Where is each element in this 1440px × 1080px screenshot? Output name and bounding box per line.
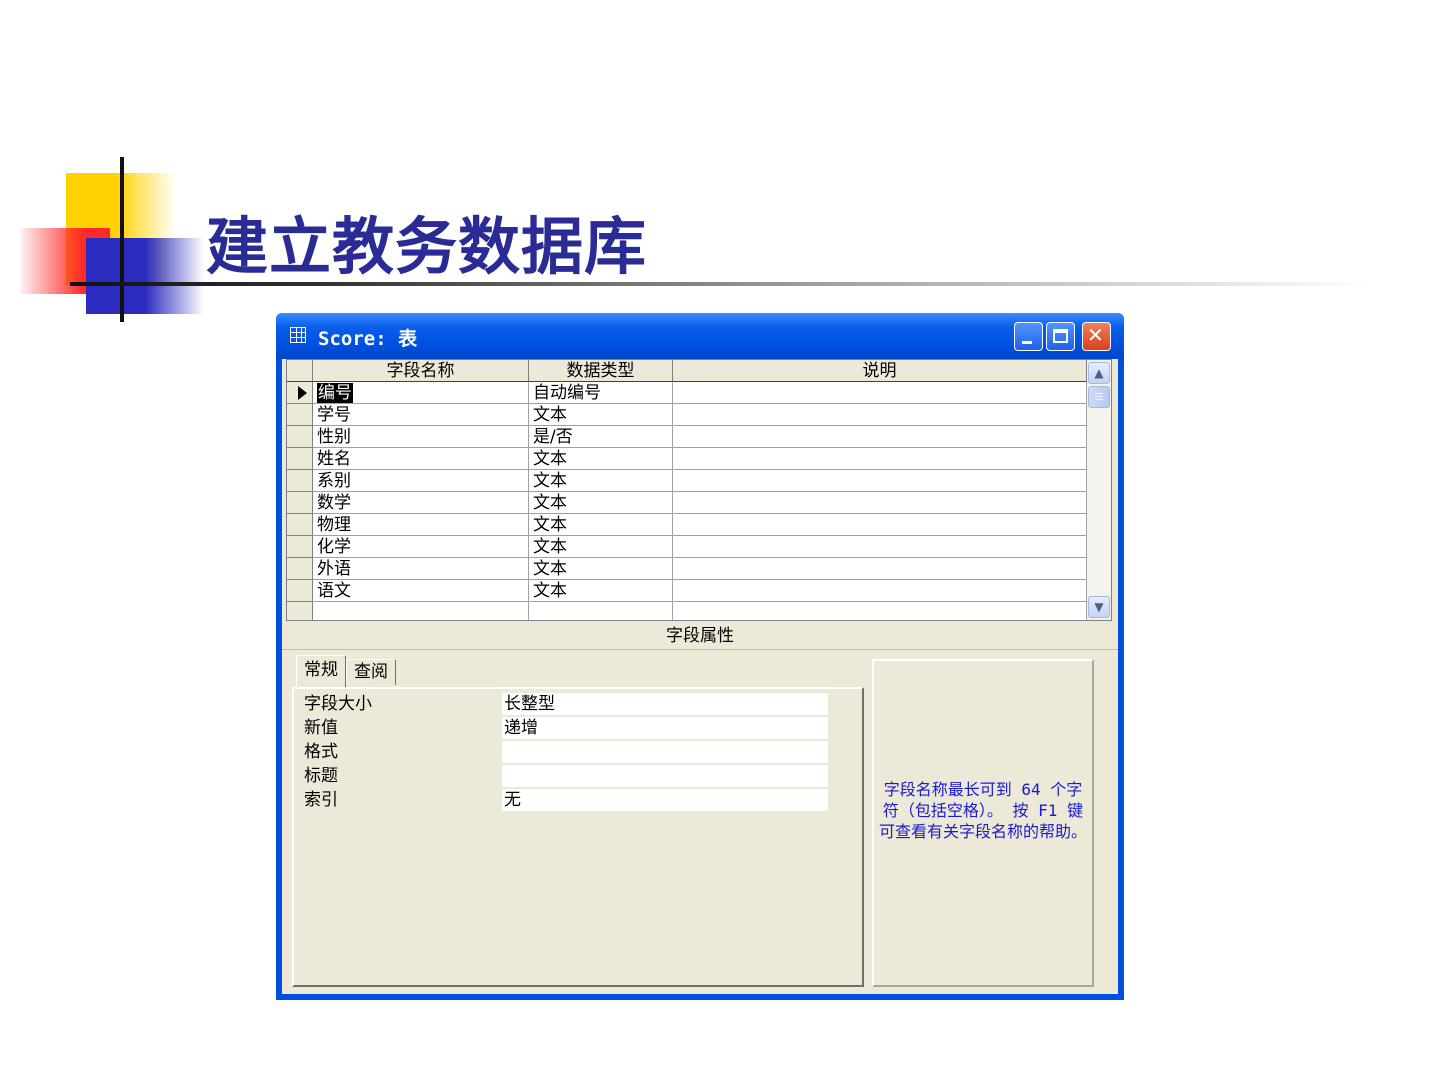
format-input[interactable]: [502, 741, 828, 763]
field-name-cell[interactable]: 性别: [313, 426, 529, 448]
caption-input[interactable]: [502, 765, 828, 787]
row-selector[interactable]: [287, 536, 313, 558]
row-selector[interactable]: [287, 470, 313, 492]
new-values-input[interactable]: 递增: [502, 717, 828, 739]
data-type-cell[interactable]: 文本: [529, 448, 673, 470]
table-row[interactable]: 数学 文本: [287, 492, 1087, 514]
row-selector[interactable]: [287, 558, 313, 580]
data-type-cell[interactable]: 文本: [529, 536, 673, 558]
property-row-indexed: 索引 无: [304, 789, 834, 811]
data-type-cell[interactable]: 文本: [529, 580, 673, 602]
property-label: 索引: [304, 790, 338, 810]
description-cell[interactable]: [673, 382, 1087, 404]
window-client-area: 字段名称 数据类型 说明 编号 自动编号 学号 文本 性别 是/否 姓名 文本 …: [282, 359, 1118, 994]
field-properties-heading: 字段属性: [282, 623, 1118, 650]
row-selector[interactable]: [287, 602, 313, 620]
data-type-cell[interactable]: 文本: [529, 514, 673, 536]
description-cell[interactable]: [673, 558, 1087, 580]
description-cell[interactable]: [673, 448, 1087, 470]
slide-title: 建立教务数据库: [206, 210, 648, 283]
data-type-cell[interactable]: [529, 602, 673, 620]
table-row[interactable]: 学号 文本: [287, 404, 1087, 426]
field-name-cell[interactable]: 编号: [313, 382, 529, 404]
field-name-cell[interactable]: [313, 602, 529, 620]
minimize-button[interactable]: [1014, 322, 1043, 351]
scroll-thumb[interactable]: [1088, 386, 1110, 408]
field-size-input[interactable]: 长整型: [502, 693, 828, 715]
table-row[interactable]: 编号 自动编号: [287, 382, 1087, 404]
property-row-field-size: 字段大小 长整型: [304, 693, 834, 715]
scroll-down-button[interactable]: ▼: [1088, 596, 1110, 618]
tab-lookup[interactable]: 查阅: [346, 659, 396, 685]
property-label: 格式: [304, 742, 338, 762]
window-title: Score: 表: [318, 328, 418, 350]
data-type-cell[interactable]: 自动编号: [529, 382, 673, 404]
chevron-up-icon: ▲: [1094, 366, 1104, 380]
help-panel: 字段名称最长可到 64 个字符（包括空格）。 按 F1 键可查看有关字段名称的帮…: [872, 659, 1094, 987]
property-label: 新值: [304, 718, 338, 738]
vertical-scrollbar[interactable]: ▲ ▼: [1087, 360, 1111, 620]
description-cell[interactable]: [673, 492, 1087, 514]
decor-blue-square: [86, 238, 204, 314]
description-cell[interactable]: [673, 426, 1087, 448]
row-selector[interactable]: [287, 514, 313, 536]
data-type-cell[interactable]: 文本: [529, 558, 673, 580]
data-type-cell[interactable]: 文本: [529, 470, 673, 492]
row-selector[interactable]: [287, 382, 313, 404]
row-selector[interactable]: [287, 492, 313, 514]
description-cell[interactable]: [673, 404, 1087, 426]
field-name-cell[interactable]: 物理: [313, 514, 529, 536]
description-cell[interactable]: [673, 580, 1087, 602]
window-titlebar[interactable]: Score: 表: [276, 313, 1124, 359]
property-label: 标题: [304, 766, 338, 786]
table-icon: [290, 327, 306, 343]
table-row[interactable]: 姓名 文本: [287, 448, 1087, 470]
tab-general[interactable]: 常规: [296, 655, 346, 687]
grid-corner: [287, 360, 313, 382]
table-row[interactable]: 语文 文本: [287, 580, 1087, 602]
field-name-cell[interactable]: 姓名: [313, 448, 529, 470]
maximize-button[interactable]: [1046, 322, 1075, 351]
chevron-down-icon: ▼: [1094, 600, 1104, 614]
field-name-cell[interactable]: 化学: [313, 536, 529, 558]
row-selector[interactable]: [287, 426, 313, 448]
table-row[interactable]: 系别 文本: [287, 470, 1087, 492]
column-header-description[interactable]: 说明: [673, 360, 1087, 382]
field-name-cell[interactable]: 学号: [313, 404, 529, 426]
column-header-data-type[interactable]: 数据类型: [529, 360, 673, 382]
field-name-cell[interactable]: 语文: [313, 580, 529, 602]
row-selector[interactable]: [287, 448, 313, 470]
data-type-cell[interactable]: 文本: [529, 492, 673, 514]
data-type-cell[interactable]: 是/否: [529, 426, 673, 448]
description-cell[interactable]: [673, 602, 1087, 620]
field-name-cell[interactable]: 数学: [313, 492, 529, 514]
table-design-window: Score: 表 字段名称 数据类型 说明 编号 自动编号 学号 文本: [276, 313, 1124, 1000]
property-row-caption: 标题: [304, 765, 834, 787]
current-row-arrow-icon: [298, 386, 307, 400]
field-name-cell[interactable]: 外语: [313, 558, 529, 580]
table-row[interactable]: 外语 文本: [287, 558, 1087, 580]
description-cell[interactable]: [673, 470, 1087, 492]
description-cell[interactable]: [673, 514, 1087, 536]
description-cell[interactable]: [673, 536, 1087, 558]
property-row-new-values: 新值 递增: [304, 717, 834, 739]
general-properties-panel: 字段大小 长整型 新值 递增 格式 标题 索引 无: [292, 687, 864, 987]
help-text: 字段名称最长可到 64 个字符（包括空格）。 按 F1 键可查看有关字段名称的帮…: [878, 780, 1087, 841]
property-label: 字段大小: [304, 694, 372, 714]
table-row[interactable]: 物理 文本: [287, 514, 1087, 536]
row-selector[interactable]: [287, 580, 313, 602]
close-button[interactable]: [1082, 322, 1111, 351]
property-row-format: 格式: [304, 741, 834, 763]
data-type-cell[interactable]: 文本: [529, 404, 673, 426]
table-row[interactable]: 性别 是/否: [287, 426, 1087, 448]
scroll-up-button[interactable]: ▲: [1088, 362, 1110, 384]
decor-vertical-line: [120, 157, 124, 322]
field-grid: 字段名称 数据类型 说明 编号 自动编号 学号 文本 性别 是/否 姓名 文本 …: [286, 359, 1112, 621]
row-selector[interactable]: [287, 404, 313, 426]
column-header-field-name[interactable]: 字段名称: [313, 360, 529, 382]
table-row[interactable]: 化学 文本: [287, 536, 1087, 558]
field-name-cell[interactable]: 系别: [313, 470, 529, 492]
indexed-input[interactable]: 无: [502, 789, 828, 811]
table-row[interactable]: [287, 602, 1087, 620]
